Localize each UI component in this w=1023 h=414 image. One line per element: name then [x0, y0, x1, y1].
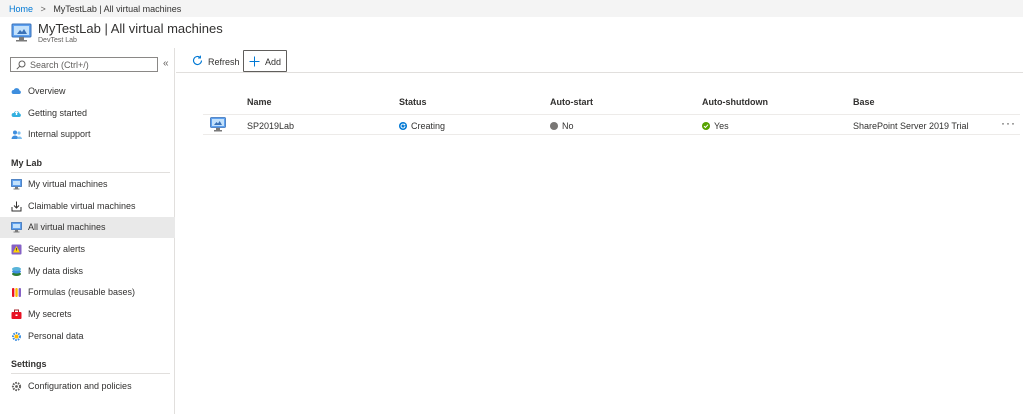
column-header-auto-start[interactable]: Auto-start	[550, 97, 593, 107]
download-tray-icon	[11, 201, 22, 212]
command-bar: Refresh Add	[176, 48, 1023, 73]
briefcase-icon	[11, 309, 22, 319]
formula-tubes-icon	[12, 288, 21, 297]
search-box[interactable]	[10, 57, 158, 72]
page-title: MyTestLab | All virtual machines	[38, 21, 223, 36]
sidebar-item-internal-support[interactable]: Internal support	[0, 124, 175, 145]
refresh-label: Refresh	[208, 57, 240, 67]
disabled-dot-icon	[550, 122, 558, 130]
vm-icon	[210, 117, 226, 132]
sidebar-item-label: Getting started	[28, 108, 88, 118]
column-header-name[interactable]: Name	[247, 97, 272, 107]
checkmark-icon	[702, 122, 710, 130]
column-header-base[interactable]: Base	[853, 97, 875, 107]
auto-shutdown-cell: Yes	[702, 121, 729, 131]
devtest-lab-icon	[11, 23, 32, 42]
security-alert-icon	[11, 244, 22, 255]
collapse-sidebar-button[interactable]: «	[163, 58, 169, 69]
creating-status-icon	[399, 122, 407, 130]
vm-icon	[11, 179, 22, 190]
divider	[11, 172, 170, 173]
sidebar-item-label: Security alerts	[28, 244, 86, 254]
refresh-icon	[192, 55, 203, 66]
table-row[interactable]: SP2019Lab Creating No Yes SharePoint Ser…	[203, 114, 1020, 135]
people-icon	[11, 130, 22, 139]
page-header: MyTestLab | All virtual machines DevTest…	[0, 17, 1023, 48]
sidebar-item-label: Configuration and policies	[28, 381, 132, 391]
sidebar-item-label: My virtual machines	[28, 179, 108, 189]
vm-icon	[11, 222, 22, 233]
sidebar-item-all-virtual-machines[interactable]: All virtual machines	[0, 217, 175, 238]
sidebar-item-label: Claimable virtual machines	[28, 201, 136, 211]
section-title-settings: Settings	[11, 359, 47, 369]
plus-icon	[249, 56, 260, 67]
sidebar-item-overview[interactable]: Overview	[0, 81, 175, 102]
sidebar-item-my-virtual-machines[interactable]: My virtual machines	[0, 174, 175, 195]
search-icon	[16, 60, 26, 70]
sidebar-item-label: My secrets	[28, 309, 72, 319]
more-actions-icon[interactable]: ···	[1001, 116, 1016, 130]
sidebar-item-label: Personal data	[28, 331, 84, 341]
disk-icon	[12, 267, 21, 276]
sidebar-item-configuration-and-policies[interactable]: Configuration and policies	[0, 376, 175, 397]
breadcrumb-current[interactable]: MyTestLab | All virtual machines	[53, 4, 181, 14]
column-header-auto-shutdown[interactable]: Auto-shutdown	[702, 97, 768, 107]
auto-shutdown-text: Yes	[714, 121, 729, 131]
auto-start-text: No	[562, 121, 574, 131]
sidebar: « Overview Getting started Internal supp…	[0, 48, 175, 414]
sidebar-item-formulas[interactable]: Formulas (reusable bases)	[0, 282, 175, 303]
breadcrumb-home-link[interactable]: Home	[9, 4, 33, 14]
refresh-button[interactable]: Refresh	[186, 50, 246, 72]
sidebar-item-personal-data[interactable]: Personal data	[0, 326, 175, 347]
auto-start-cell: No	[550, 121, 574, 131]
column-header-status[interactable]: Status	[399, 97, 427, 107]
cloud-upload-icon	[11, 111, 21, 117]
sidebar-item-label: Overview	[28, 86, 66, 96]
sidebar-item-my-data-disks[interactable]: My data disks	[0, 261, 175, 282]
gear-icon	[12, 332, 21, 341]
sidebar-item-my-secrets[interactable]: My secrets	[0, 304, 175, 325]
status-text: Creating	[411, 121, 446, 131]
status-cell: Creating	[399, 121, 445, 131]
breadcrumb-separator: >	[40, 4, 46, 14]
breadcrumb: Home > MyTestLab | All virtual machines	[0, 0, 1023, 17]
sidebar-item-claimable-virtual-machines[interactable]: Claimable virtual machines	[0, 196, 175, 217]
cloud-icon	[11, 88, 21, 94]
add-button[interactable]: Add	[243, 50, 287, 72]
sidebar-item-label: All virtual machines	[28, 222, 106, 232]
add-label: Add	[265, 57, 282, 67]
divider	[11, 373, 170, 374]
sidebar-item-label: My data disks	[28, 266, 84, 276]
page-subtitle: DevTest Lab	[38, 37, 77, 44]
base-text: SharePoint Server 2019 Trial	[853, 121, 969, 131]
sidebar-item-getting-started[interactable]: Getting started	[0, 103, 175, 124]
gear-icon	[11, 381, 22, 392]
sidebar-item-label: Internal support	[28, 129, 91, 139]
section-title-my-lab: My Lab	[11, 158, 43, 168]
sidebar-item-security-alerts[interactable]: Security alerts	[0, 239, 175, 260]
sidebar-item-label: Formulas (reusable bases)	[28, 287, 136, 297]
search-input[interactable]	[30, 59, 154, 70]
vm-name[interactable]: SP2019Lab	[247, 121, 294, 131]
